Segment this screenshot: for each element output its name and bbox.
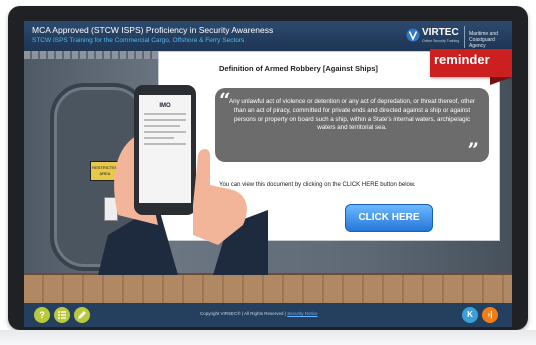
security-notice-link[interactable]: Security Notice — [287, 311, 317, 316]
copyright-label: Copyright VIRSEC® | All Rights Reserved … — [200, 311, 288, 316]
help-button[interactable]: ? — [34, 307, 50, 323]
phone-screen — [139, 95, 191, 203]
hand-holding-phone-illustration: IMO — [98, 85, 268, 275]
reminder-banner: reminder — [430, 49, 512, 77]
close-quote-icon: ” — [467, 138, 479, 162]
notes-button[interactable] — [74, 307, 90, 323]
click-here-button[interactable]: CLICK HERE — [345, 204, 433, 232]
course-subtitle: STCW ISPS Training for the Commercial Ca… — [32, 37, 245, 44]
copyright-text: Copyright VIRSEC® | All Rights Reserved … — [200, 311, 317, 316]
previous-button[interactable]: K — [462, 307, 478, 323]
course-header: MCA Approved (STCW ISPS) Proficiency in … — [24, 21, 512, 51]
device-stand — [0, 330, 536, 345]
course-footer: ? Copyright VIRSEC® | All Rights Reserve… — [24, 303, 512, 327]
mca-agency-line2: Coastguard Agency — [469, 37, 495, 49]
list-icon — [58, 311, 66, 319]
course-title: MCA Approved (STCW ISPS) Proficiency in … — [32, 25, 274, 35]
mca-logo: Maritime and Coastguard Agency — [464, 26, 510, 49]
virtec-tagline: Online Security Training — [422, 39, 460, 43]
deck-floor — [24, 273, 512, 305]
phone-imo-brand: IMO — [159, 103, 171, 109]
reminder-fold — [490, 77, 512, 85]
pencil-icon — [78, 311, 86, 319]
virtec-emblem-icon — [406, 28, 420, 42]
course-screen: MCA Approved (STCW ISPS) Proficiency in … — [24, 21, 512, 327]
reminder-label: reminder — [434, 52, 490, 67]
next-button[interactable]: ›| — [482, 307, 498, 323]
definition-heading: Definition of Armed Robbery [Against Shi… — [219, 64, 378, 73]
virtec-logo: VIRTEC Online Security Training — [406, 26, 460, 46]
virtec-brand-text: VIRTEC — [422, 27, 459, 38]
menu-list-button[interactable] — [54, 307, 70, 323]
